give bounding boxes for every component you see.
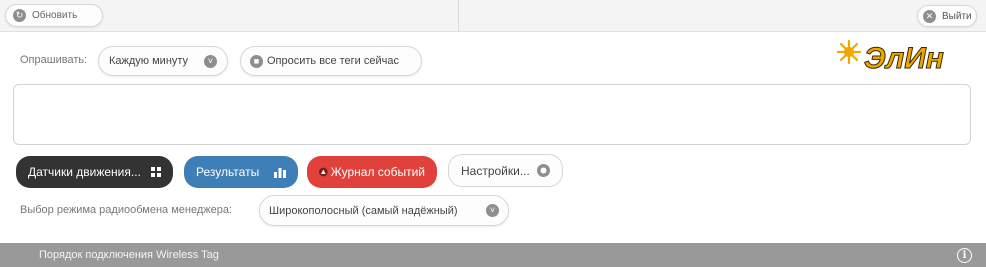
radio-mode-select[interactable]: Широкополосный (самый надёжный) ˅ [259, 195, 509, 226]
event-log-button[interactable]: Журнал событий [307, 156, 437, 188]
poll-all-tags-label: Опросить все теги сейчас [267, 55, 399, 67]
sun-icon [836, 39, 862, 65]
radio-mode-label: Выбор режима радиообмена менеджера: [20, 204, 233, 216]
settings-button[interactable]: Настройки... [448, 154, 563, 187]
circle-icon [537, 164, 550, 177]
event-log-label: Журнал событий [330, 165, 425, 179]
motion-sensors-label: Датчики движения... [28, 165, 141, 179]
grid-icon [151, 167, 161, 177]
footer-bar: Порядок подключения Wireless Tag i [0, 243, 986, 267]
results-button[interactable]: Результаты [184, 156, 298, 188]
chevron-down-circle-icon: ˅ [486, 204, 499, 217]
poll-interval-label: Опрашивать: [20, 54, 88, 66]
poll-interval-value: Каждую минуту [109, 55, 189, 67]
stop-circle-icon: ■ [250, 54, 263, 68]
results-label: Результаты [196, 165, 260, 179]
refresh-label: Обновить [32, 10, 78, 21]
connection-guide-link[interactable]: Порядок подключения Wireless Tag [39, 249, 219, 261]
motion-sensors-button[interactable]: Датчики движения... [16, 156, 173, 188]
close-circle-icon: ✕ [923, 9, 936, 23]
logout-button[interactable]: ✕ Выйти [917, 5, 977, 27]
info-icon[interactable]: i [957, 248, 972, 263]
toolbar-divider [458, 0, 459, 32]
logo-text: ЭлИн [864, 42, 944, 75]
chevron-down-circle-icon: ˅ [204, 54, 217, 68]
poll-all-tags-button[interactable]: ■ Опросить все теги сейчас [240, 46, 422, 76]
poll-interval-select[interactable]: Каждую минуту ˅ [98, 46, 228, 76]
refresh-icon: ↻ [13, 9, 26, 22]
settings-label: Настройки... [461, 163, 530, 178]
top-toolbar: ↻ Обновить ✕ Выйти [0, 0, 986, 32]
refresh-button[interactable]: ↻ Обновить [5, 4, 103, 27]
bar-chart-icon [274, 167, 286, 178]
warning-icon [319, 167, 328, 177]
message-textarea[interactable] [13, 84, 971, 145]
radio-mode-value: Широкополосный (самый надёжный) [269, 204, 458, 217]
elin-logo: ЭлИн [836, 39, 944, 76]
logout-label: Выйти [942, 10, 972, 22]
